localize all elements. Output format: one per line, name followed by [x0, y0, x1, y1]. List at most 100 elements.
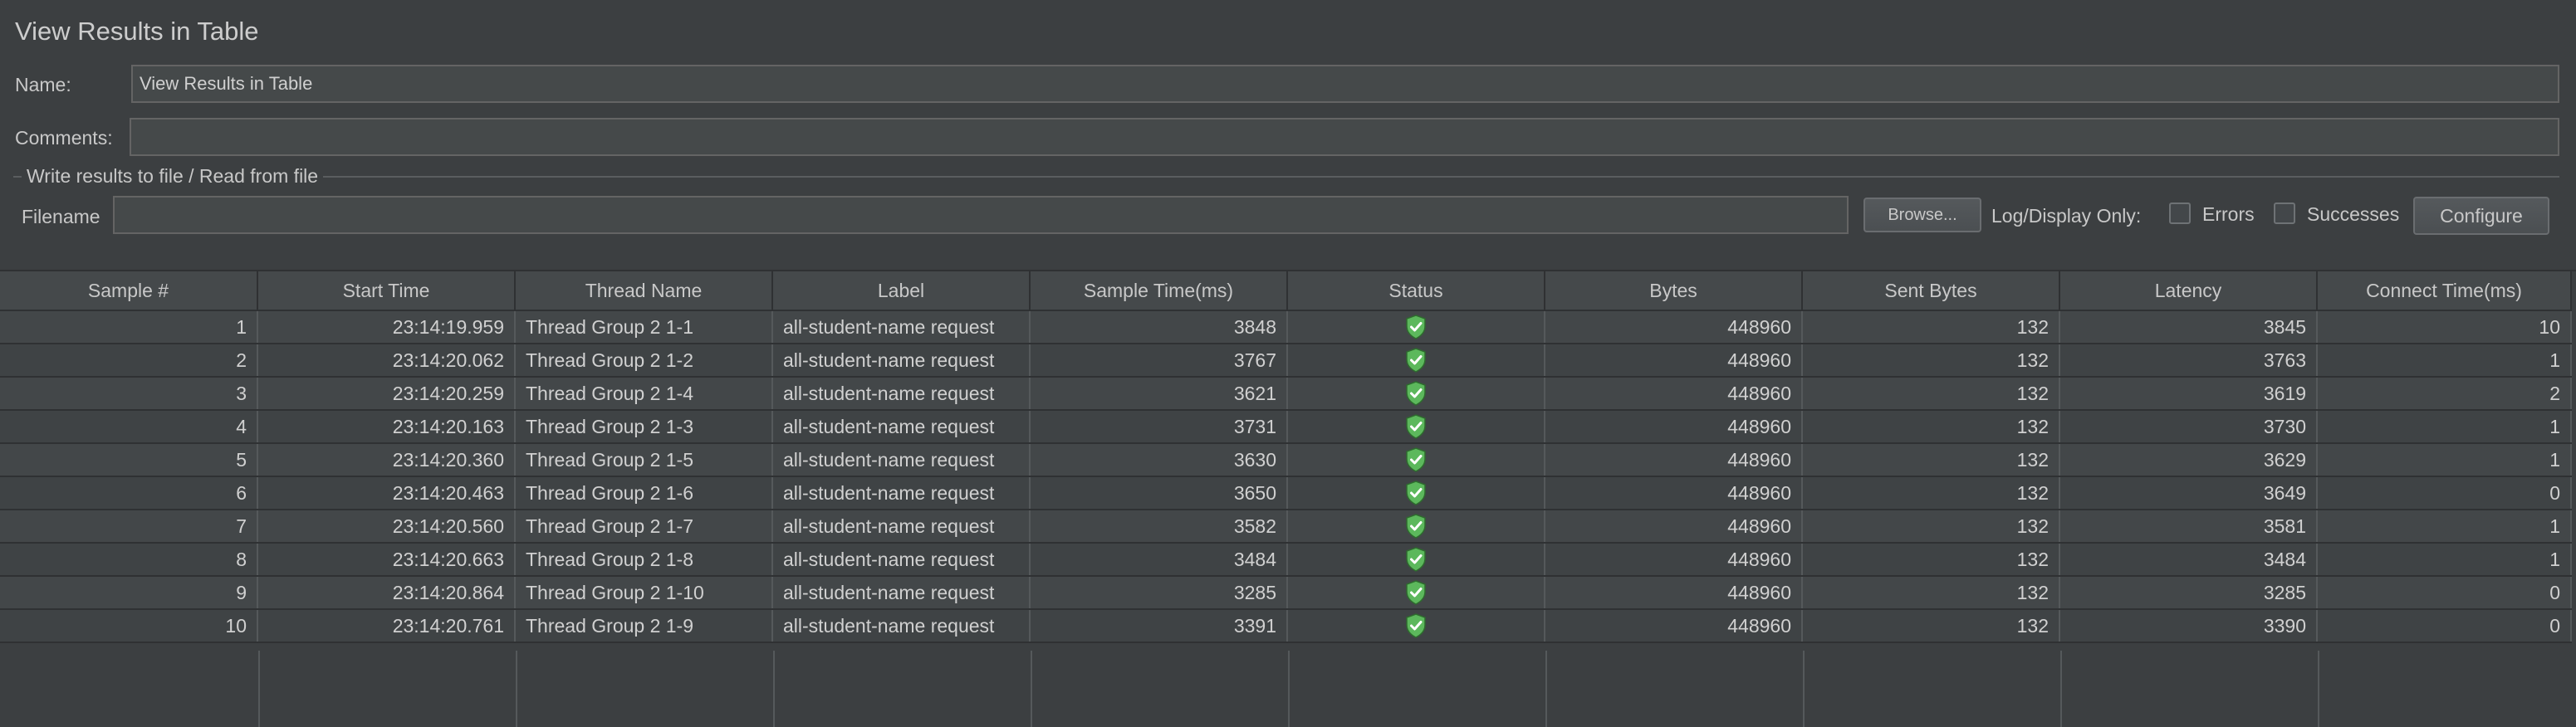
- cell-sent-bytes: 132: [1802, 576, 2060, 610]
- cell-status: [1287, 443, 1545, 477]
- cell-sample-number: 10: [0, 609, 258, 643]
- file-group-border: [13, 176, 2559, 178]
- cell-connect-time: 0: [2317, 576, 2572, 610]
- column-header-status[interactable]: Status: [1287, 271, 1545, 311]
- errors-label[interactable]: Errors: [2202, 203, 2255, 226]
- cell-sample-number: 1: [0, 310, 258, 344]
- cell-label: all-student-name request: [772, 443, 1031, 477]
- name-label: Name:: [15, 74, 71, 95]
- column-divider: [258, 651, 260, 727]
- column-divider: [1803, 651, 1805, 727]
- cell-status: [1287, 543, 1545, 577]
- cell-sample-number: 8: [0, 543, 258, 577]
- success-shield-icon: [1405, 348, 1427, 373]
- log-display-only-label: Log/Display Only:: [1991, 205, 2142, 227]
- table-row[interactable]: 2 23:14:20.062 Thread Group 2 1-2 all-stude…: [0, 344, 2572, 378]
- table-row[interactable]: 9 23:14:20.864 Thread Group 2 1-10 all-stud…: [0, 576, 2572, 610]
- cell-label: all-student-name request: [772, 609, 1031, 643]
- column-header-bytes[interactable]: Bytes: [1545, 271, 1803, 311]
- cell-start-time: 23:14:20.463: [257, 476, 516, 510]
- column-header-start-time[interactable]: Start Time: [257, 271, 516, 311]
- cell-bytes: 448960: [1545, 410, 1803, 444]
- cell-start-time: 23:14:20.360: [257, 443, 516, 477]
- cell-bytes: 448960: [1545, 310, 1803, 344]
- cell-status: [1287, 410, 1545, 444]
- cell-sent-bytes: 132: [1802, 344, 2060, 378]
- success-shield-icon: [1405, 514, 1427, 539]
- cell-label: all-student-name request: [772, 344, 1031, 378]
- cell-connect-time: 10: [2317, 310, 2572, 344]
- cell-thread-name: Thread Group 2 1-3: [515, 410, 773, 444]
- cell-status: [1287, 377, 1545, 411]
- cell-connect-time: 2: [2317, 377, 2572, 411]
- cell-latency: 3285: [2059, 576, 2318, 610]
- success-shield-icon: [1405, 547, 1427, 572]
- errors-checkbox[interactable]: [2169, 202, 2191, 224]
- success-shield-icon: [1405, 315, 1427, 339]
- file-group-title: Write results to file / Read from file: [22, 165, 324, 188]
- cell-bytes: 448960: [1545, 443, 1803, 477]
- cell-sample-number: 2: [0, 344, 258, 378]
- comments-field[interactable]: [130, 118, 2559, 156]
- column-header-sent-bytes[interactable]: Sent Bytes: [1802, 271, 2060, 311]
- browse-button[interactable]: Browse...: [1863, 198, 1981, 232]
- success-shield-icon: [1405, 580, 1427, 605]
- cell-latency: 3730: [2059, 410, 2318, 444]
- table-row[interactable]: 7 23:14:20.560 Thread Group 2 1-7 all-stude…: [0, 510, 2572, 544]
- cell-latency: 3649: [2059, 476, 2318, 510]
- successes-checkbox[interactable]: [2274, 202, 2295, 224]
- configure-button[interactable]: Configure: [2413, 197, 2549, 235]
- table-body: 1 23:14:19.959 Thread Group 2 1-1 all-stude…: [0, 310, 2572, 643]
- cell-thread-name: Thread Group 2 1-5: [515, 443, 773, 477]
- cell-sample-time: 3848: [1030, 310, 1288, 344]
- filename-field[interactable]: [113, 196, 1849, 234]
- column-header-connect-time[interactable]: Connect Time(ms): [2317, 271, 2572, 311]
- column-header-sample-number[interactable]: Sample #: [0, 271, 258, 311]
- cell-latency: 3581: [2059, 510, 2318, 544]
- results-table: Sample # Start Time Thread Name Label Sample…: [0, 271, 2572, 643]
- cell-latency: 3390: [2059, 609, 2318, 643]
- table-row[interactable]: 4 23:14:20.163 Thread Group 2 1-3 all-stude…: [0, 410, 2572, 444]
- cell-sample-time: 3582: [1030, 510, 1288, 544]
- cell-label: all-student-name request: [772, 377, 1031, 411]
- cell-sample-time: 3285: [1030, 576, 1288, 610]
- cell-sent-bytes: 132: [1802, 377, 2060, 411]
- cell-thread-name: Thread Group 2 1-7: [515, 510, 773, 544]
- column-header-latency[interactable]: Latency: [2059, 271, 2318, 311]
- table-row[interactable]: 6 23:14:20.463 Thread Group 2 1-6 all-stude…: [0, 476, 2572, 510]
- view-results-in-table-panel: View Results in Table Name: Comments: Wr…: [0, 0, 2576, 727]
- cell-sample-time: 3630: [1030, 443, 1288, 477]
- table-row[interactable]: 3 23:14:20.259 Thread Group 2 1-4 all-stude…: [0, 377, 2572, 411]
- column-divider: [1545, 651, 1547, 727]
- table-row[interactable]: 5 23:14:20.360 Thread Group 2 1-5 all-stude…: [0, 443, 2572, 477]
- table-row[interactable]: 10 23:14:20.761 Thread Group 2 1-9 all-stud…: [0, 609, 2572, 643]
- column-header-thread-name[interactable]: Thread Name: [515, 271, 773, 311]
- cell-start-time: 23:14:20.560: [257, 510, 516, 544]
- cell-bytes: 448960: [1545, 377, 1803, 411]
- cell-start-time: 23:14:19.959: [257, 310, 516, 344]
- table-header-row: Sample # Start Time Thread Name Label Sample…: [0, 271, 2572, 311]
- successes-label[interactable]: Successes: [2307, 203, 2399, 226]
- cell-start-time: 23:14:20.163: [257, 410, 516, 444]
- cell-bytes: 448960: [1545, 510, 1803, 544]
- cell-connect-time: 0: [2317, 609, 2572, 643]
- table-row[interactable]: 8 23:14:20.663 Thread Group 2 1-8 all-stude…: [0, 543, 2572, 577]
- cell-thread-name: Thread Group 2 1-8: [515, 543, 773, 577]
- table-row[interactable]: 1 23:14:19.959 Thread Group 2 1-1 all-stude…: [0, 310, 2572, 344]
- cell-sample-number: 7: [0, 510, 258, 544]
- cell-sent-bytes: 132: [1802, 443, 2060, 477]
- cell-sent-bytes: 132: [1802, 609, 2060, 643]
- success-shield-icon: [1405, 481, 1427, 505]
- cell-sample-time: 3650: [1030, 476, 1288, 510]
- cell-start-time: 23:14:20.062: [257, 344, 516, 378]
- cell-sent-bytes: 132: [1802, 476, 2060, 510]
- cell-sample-time: 3731: [1030, 410, 1288, 444]
- column-header-sample-time[interactable]: Sample Time(ms): [1030, 271, 1288, 311]
- cell-bytes: 448960: [1545, 543, 1803, 577]
- cell-thread-name: Thread Group 2 1-2: [515, 344, 773, 378]
- column-header-label[interactable]: Label: [772, 271, 1031, 311]
- cell-status: [1287, 510, 1545, 544]
- name-field[interactable]: [131, 65, 2559, 103]
- cell-latency: 3619: [2059, 377, 2318, 411]
- cell-thread-name: Thread Group 2 1-10: [515, 576, 773, 610]
